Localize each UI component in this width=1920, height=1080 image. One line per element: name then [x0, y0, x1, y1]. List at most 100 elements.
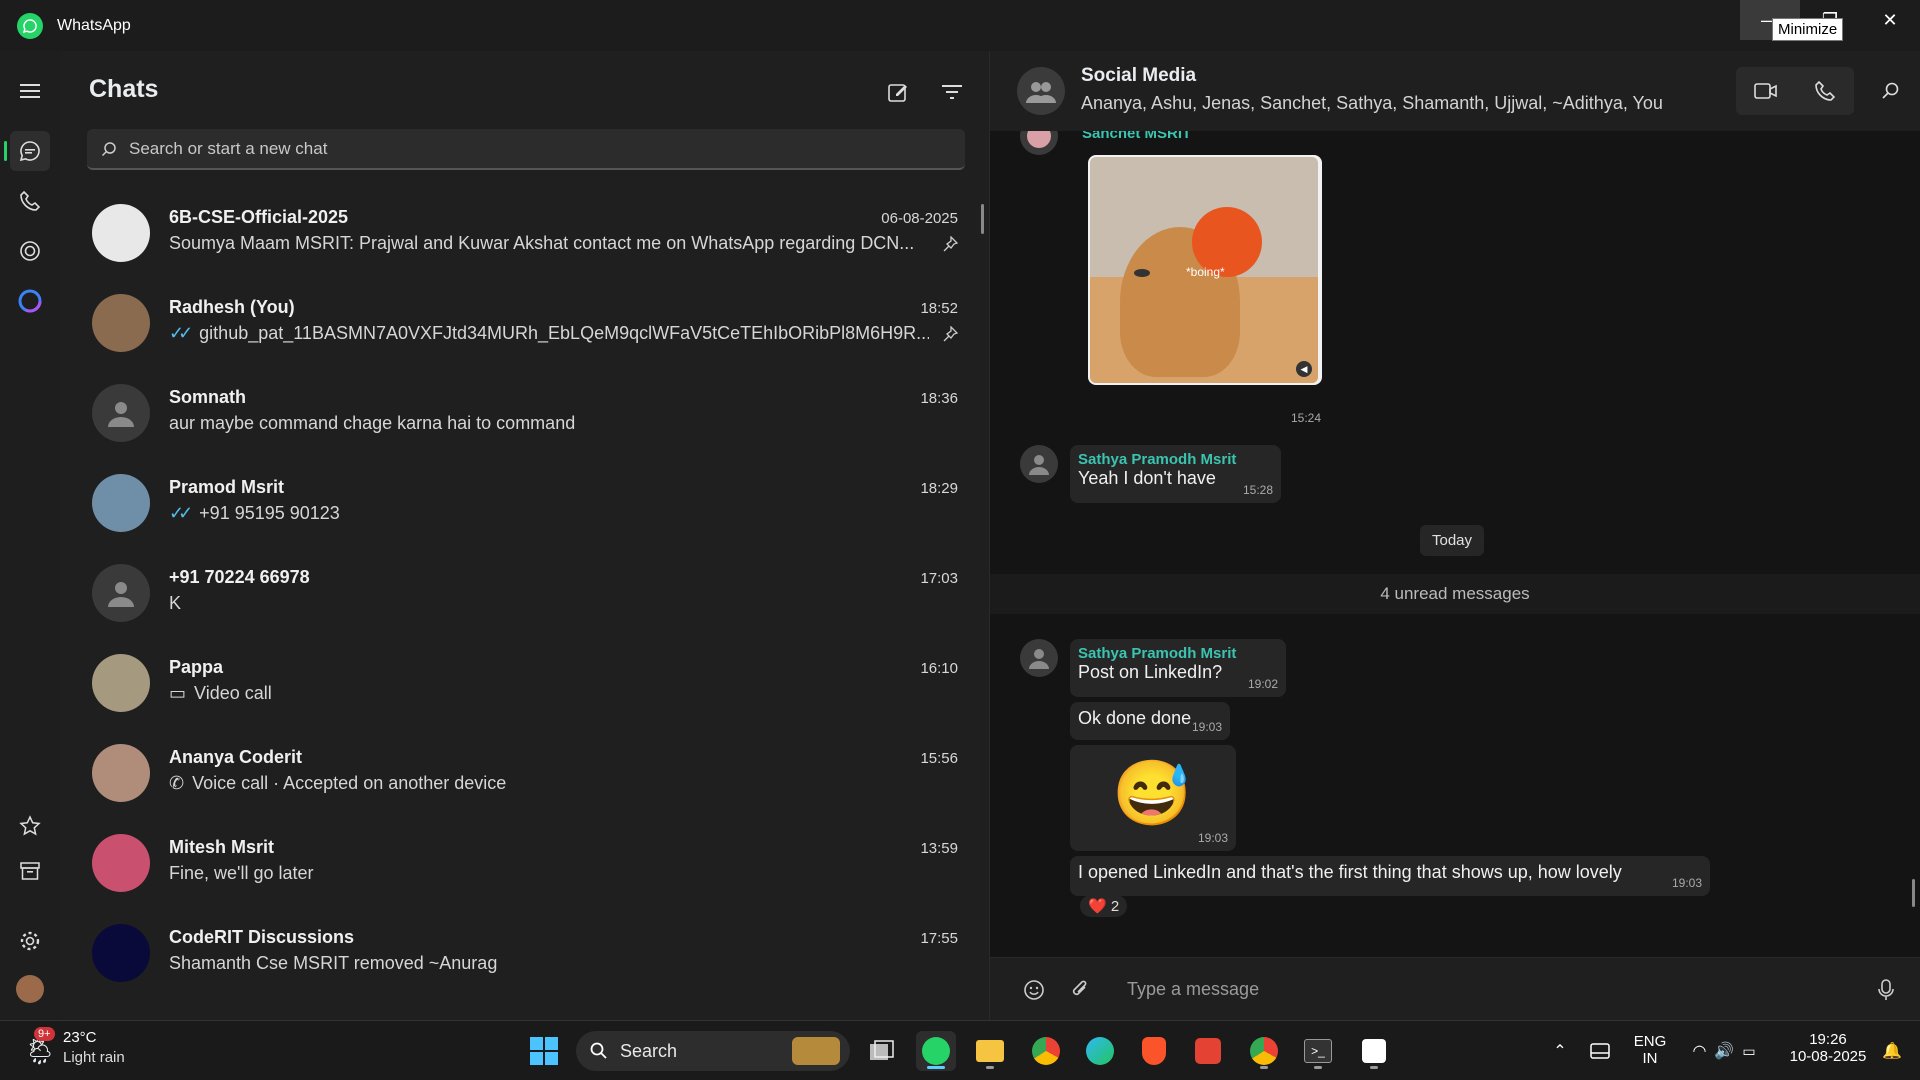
chat-row[interactable]: Pappa 16:10 ▭ Video call — [61, 638, 990, 728]
battery-icon: ▭ — [1742, 1042, 1756, 1059]
message-bubble[interactable]: Sathya Pramodh Msrit Yeah I don't have 1… — [1070, 445, 1281, 503]
emoji-sticker: 😅 — [1112, 757, 1192, 829]
title-bar: WhatsApp — ❐ ✕ Minimize — [0, 0, 1920, 51]
message-time: 19:03 — [1191, 720, 1222, 734]
chrome-icon — [1250, 1037, 1278, 1065]
smiley-icon — [1024, 980, 1044, 1000]
notifications-button[interactable]: 🔔 — [1876, 1031, 1908, 1071]
sender-avatar — [1020, 131, 1058, 155]
chat-time: 06-08-2025 — [881, 210, 958, 227]
emoji-message[interactable]: 😅 19:03 — [1070, 745, 1236, 851]
close-button[interactable]: ✕ — [1860, 0, 1920, 40]
filter-button[interactable] — [937, 77, 967, 107]
chat-row[interactable]: Mitesh Msrit 13:59 Fine, we'll go later — [61, 818, 990, 908]
language-indicator[interactable]: ENG IN — [1628, 1033, 1672, 1067]
video-call-button[interactable] — [1736, 67, 1795, 115]
nav-calls-button[interactable] — [10, 181, 50, 221]
taskbar-brave[interactable] — [1134, 1031, 1174, 1071]
search-box[interactable] — [87, 129, 965, 170]
chat-row[interactable]: 6B-CSE-Official-2025 06-08-2025 Soumya Maa… — [61, 188, 990, 278]
chat-avatar — [92, 744, 150, 802]
tray-overflow-button[interactable]: ⌃ — [1544, 1031, 1576, 1071]
profile-button[interactable] — [10, 969, 50, 1009]
tray-tablet-button[interactable] — [1584, 1031, 1616, 1071]
taskbar-file-explorer[interactable] — [970, 1031, 1010, 1071]
taskbar-todoist[interactable] — [1188, 1031, 1228, 1071]
chat-time: 16:10 — [920, 660, 958, 677]
clock-date: 10-08-2025 — [1789, 1048, 1867, 1065]
emoji-button[interactable] — [1016, 972, 1052, 1008]
brave-icon — [1142, 1037, 1166, 1065]
voice-call-button[interactable] — [1795, 67, 1854, 115]
new-chat-button[interactable] — [883, 77, 913, 107]
phone-icon — [1814, 81, 1835, 101]
compose-icon — [888, 84, 907, 102]
call-buttons — [1736, 67, 1854, 115]
gif-sound-icon[interactable]: ◀ — [1296, 361, 1312, 377]
minimize-tooltip: Minimize — [1772, 18, 1844, 41]
chat-name: Somnath — [169, 387, 247, 407]
chat-row[interactable]: +91 70224 66978 17:03 K — [61, 548, 990, 638]
chat-name: Pappa — [169, 657, 224, 677]
taskbar-search[interactable]: Search — [576, 1031, 850, 1071]
taskbar-app[interactable] — [1354, 1031, 1394, 1071]
chat-name: Radhesh (You) — [169, 297, 295, 317]
chat-row[interactable]: Radhesh (You) 18:52 ✓✓ github_pat_11BASMN7A… — [61, 278, 990, 368]
star-icon — [19, 815, 41, 836]
heart-icon: ❤️ — [1088, 898, 1107, 915]
chat-list-scrollbar[interactable] — [981, 204, 984, 234]
search-input[interactable] — [127, 137, 927, 160]
nav-archived-button[interactable] — [10, 851, 50, 891]
chat-preview: Soumya Maam MSRIT: Prajwal and Kuwar Aks… — [169, 233, 914, 254]
chat-preview-text: Voice call · Accepted on another device — [192, 773, 507, 793]
app-title: WhatsApp — [57, 16, 131, 34]
chat-row[interactable]: Pramod Msrit 18:29 ✓✓ +91 95195 90123 — [61, 458, 990, 548]
taskbar-terminal[interactable]: >_ — [1298, 1031, 1338, 1071]
message-composer — [990, 957, 1920, 1020]
reaction-badge[interactable]: ❤️ 2 — [1080, 895, 1128, 917]
taskbar-chrome[interactable] — [1026, 1031, 1066, 1071]
chat-avatar — [92, 204, 150, 262]
nav-chats-button[interactable] — [10, 131, 50, 171]
language-code: ENG — [1633, 1033, 1667, 1050]
nav-meta-ai-button[interactable] — [10, 281, 50, 321]
chat-preview-text: K — [169, 593, 182, 613]
chat-preview: ✓✓ github_pat_11BASMN7A0VXFJtd34MURh_EbLQ… — [169, 323, 929, 344]
weather-temp[interactable]: 23°C — [63, 1029, 97, 1046]
message-bubble[interactable]: I opened LinkedIn and that's the first t… — [1070, 856, 1710, 896]
status-icon — [20, 241, 40, 261]
message-scrollbar[interactable] — [1912, 879, 1915, 907]
double-tick-icon: ✓✓ — [169, 323, 193, 343]
taskbar-whatsapp[interactable] — [916, 1031, 956, 1071]
chat-row[interactable]: Somnath 18:36 aur maybe command chage karn… — [61, 368, 990, 458]
chat-row[interactable]: CodeRIT Discussions 17:55 Shamanth Cse MSR… — [61, 908, 990, 998]
navigation-rail — [0, 51, 61, 1020]
filter-icon — [942, 85, 962, 99]
voice-message-button[interactable] — [1868, 972, 1904, 1008]
weather-desc[interactable]: Light rain — [63, 1049, 125, 1066]
gif-message[interactable]: *boing* ◀ — [1088, 155, 1322, 385]
tray-quick-settings[interactable]: ◠ 🔊 ▭ — [1684, 1031, 1764, 1071]
nav-settings-button[interactable] — [10, 921, 50, 961]
taskbar-edge[interactable] — [1080, 1031, 1120, 1071]
group-icon — [1026, 82, 1056, 103]
message-area[interactable]: Sanchet MSRIT *boing* ◀ 15:24 Sathya Pra… — [990, 131, 1920, 957]
active-indicator — [4, 141, 7, 161]
menu-button[interactable] — [10, 71, 50, 111]
taskbar-chrome-profile[interactable] — [1244, 1031, 1284, 1071]
message-bubble[interactable]: Ok done done 19:03 — [1070, 702, 1230, 740]
clock[interactable]: 19:26 10-08-2025 — [1780, 1031, 1876, 1065]
nav-starred-button[interactable] — [10, 806, 50, 846]
chat-row[interactable]: Ananya Coderit 15:56 ✆ Voice call · Accepte… — [61, 728, 990, 818]
message-input[interactable] — [1125, 970, 1825, 1008]
message-bubble[interactable]: Sathya Pramodh Msrit Post on LinkedIn? 1… — [1070, 639, 1286, 697]
conversation-header[interactable]: Social Media Ananya, Ashu, Jenas, Sanche… — [990, 51, 1920, 131]
attach-button[interactable] — [1062, 972, 1098, 1008]
nav-status-button[interactable] — [10, 231, 50, 271]
message-text: I opened LinkedIn and that's the first t… — [1078, 862, 1622, 882]
double-tick-icon: ✓✓ — [169, 503, 193, 523]
conversation-search-button[interactable] — [1870, 67, 1910, 115]
chat-time: 17:03 — [920, 570, 958, 587]
start-button[interactable] — [524, 1031, 564, 1071]
task-view-button[interactable] — [862, 1031, 902, 1071]
